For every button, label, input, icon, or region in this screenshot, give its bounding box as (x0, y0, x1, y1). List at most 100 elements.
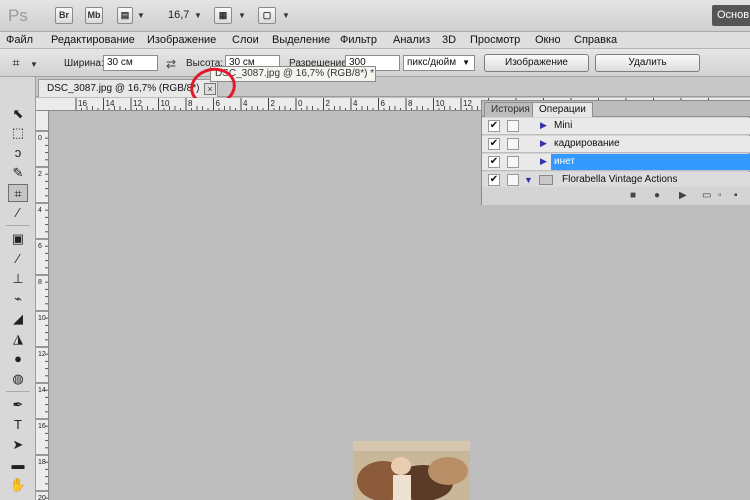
toggle-checkbox[interactable]: ✔ (488, 174, 500, 186)
action-name: кадрирование (554, 138, 620, 149)
menu-window[interactable]: Окно (535, 34, 561, 46)
mini-bridge-button[interactable]: Mb (85, 7, 103, 24)
menu-analysis[interactable]: Анализ (393, 34, 430, 46)
chevron-down-icon[interactable]: ▼ (30, 60, 38, 69)
gradient-tool-icon[interactable]: ◮ (8, 330, 28, 348)
menu-image[interactable]: Изображение (147, 34, 216, 46)
pen-tool-icon[interactable]: ✒ (8, 396, 28, 414)
lasso-tool-icon[interactable]: ↄ (8, 144, 28, 162)
document-image[interactable] (353, 441, 470, 500)
photo-thumbnail (353, 441, 470, 500)
clone-stamp-tool-icon[interactable]: ⊥ (8, 270, 28, 288)
ruler-label: 2 (326, 99, 331, 108)
action-name: инет (551, 154, 750, 170)
workspace-button[interactable]: Основ (712, 5, 750, 26)
quick-selection-tool-icon[interactable]: ✎ (8, 164, 28, 182)
record-icon[interactable]: ● (654, 190, 660, 201)
type-tool-icon[interactable]: T (8, 416, 28, 434)
ruler-label: 4 (353, 99, 358, 108)
dialog-toggle[interactable] (507, 156, 519, 168)
resolution-units-select[interactable]: пикс/дюйм ▼ (403, 55, 475, 71)
healing-brush-tool-icon[interactable]: ▣ (8, 230, 28, 248)
ruler-label: 20 (38, 495, 46, 500)
menu-view[interactable]: Просмотр (470, 34, 520, 46)
chevron-down-icon: ▼ (462, 58, 470, 67)
tool-divider (6, 225, 30, 226)
move-tool-icon[interactable]: ⬉ (8, 105, 28, 123)
expand-triangle-icon[interactable]: ▶ (540, 138, 547, 149)
ruler-label: 6 (381, 99, 386, 108)
ruler-label: 14 (38, 387, 46, 394)
eyedropper-tool-icon[interactable]: ⁄ (8, 204, 28, 222)
ruler-ticks: 0 2 4 6 8 10 12 14 16 18 20 (36, 130, 48, 500)
menu-3d[interactable]: 3D (442, 34, 456, 46)
new-set-icon[interactable]: ▭ (702, 190, 711, 201)
marquee-tool-icon[interactable]: ⬚ (8, 124, 28, 142)
chevron-down-icon[interactable]: ▼ (282, 11, 290, 20)
tools-panel: ⬉ ⬚ ↄ ✎ ⌗ ⁄ ▣ ∕ ⊥ ⌁ ◢ ◮ ● ◍ ✒ T ➤ ▬ ✋ (0, 77, 36, 500)
menu-filter[interactable]: Фильтр (340, 34, 377, 46)
ruler-label: 0 (38, 135, 42, 142)
arrange-documents-button[interactable]: ▦ (214, 7, 232, 24)
ruler-label: 4 (243, 99, 248, 108)
dialog-toggle[interactable] (507, 120, 519, 132)
ruler-label: 14 (106, 99, 115, 108)
path-selection-tool-icon[interactable]: ➤ (8, 436, 28, 454)
crop-tool-icon[interactable]: ⌗ (8, 184, 28, 202)
screen-mode-button[interactable]: ▢ (258, 7, 276, 24)
chevron-down-icon[interactable]: ▼ (194, 11, 202, 20)
tab-history[interactable]: История (484, 102, 537, 117)
expand-triangle-icon[interactable]: ▶ (540, 120, 547, 131)
front-image-button[interactable]: Изображение (484, 54, 589, 72)
ruler-label: 6 (38, 243, 42, 250)
action-row-selected[interactable]: ✔ ▶ инет (482, 154, 750, 171)
history-brush-tool-icon[interactable]: ⌁ (8, 290, 28, 308)
menu-select[interactable]: Выделение (272, 34, 330, 46)
menu-help[interactable]: Справка (574, 34, 617, 46)
toggle-checkbox[interactable]: ✔ (488, 138, 500, 150)
ruler-label: 12 (38, 351, 46, 358)
action-row[interactable]: ✔ ▶ кадрирование (482, 136, 750, 153)
collapse-triangle-icon[interactable]: ▼ (524, 175, 533, 185)
dialog-toggle[interactable] (507, 174, 519, 186)
ruler-label: 16 (78, 99, 87, 108)
menu-edit[interactable]: Редактирование (51, 34, 135, 46)
trash-icon[interactable]: ▪ (734, 190, 738, 201)
photoshop-logo: Ps (8, 6, 28, 25)
menu-file[interactable]: Файл (6, 34, 33, 46)
new-action-icon[interactable]: ▫ (718, 190, 722, 201)
ruler-label: 2 (38, 171, 42, 178)
shape-tool-icon[interactable]: ▬ (8, 456, 28, 474)
eraser-tool-icon[interactable]: ◢ (8, 310, 28, 328)
menu-layers[interactable]: Слои (232, 34, 259, 46)
clear-button[interactable]: Удалить (595, 54, 700, 72)
dialog-toggle[interactable] (507, 138, 519, 150)
toggle-checkbox[interactable]: ✔ (488, 120, 500, 132)
3d-rotate-tool-icon[interactable]: ✋ (8, 476, 28, 494)
dodge-tool-icon[interactable]: ◍ (8, 370, 28, 388)
ruler-label: 10 (161, 99, 170, 108)
width-field[interactable]: 30 см (103, 55, 158, 71)
crop-tool-preset-icon[interactable]: ⌗ (6, 54, 26, 72)
toggle-checkbox[interactable]: ✔ (488, 156, 500, 168)
ruler-label: 8 (188, 99, 193, 108)
width-label: Ширина: (64, 58, 104, 69)
document-tab-bar: DSC_3087.jpg @ 16,7% (RGB/8*) (36, 77, 750, 97)
play-icon[interactable]: ▶ (679, 190, 687, 201)
tool-divider (6, 391, 30, 392)
ruler-label: 4 (38, 207, 42, 214)
tab-actions[interactable]: Операции (532, 102, 593, 117)
vertical-ruler[interactable]: 0 2 4 6 8 10 12 14 16 18 20 (36, 111, 49, 500)
swap-icon[interactable]: ⇄ (166, 57, 176, 71)
action-row[interactable]: ✔ ▶ Mini (482, 118, 750, 135)
expand-triangle-icon[interactable]: ▶ (540, 156, 547, 167)
zoom-level[interactable]: 16,7 (168, 9, 189, 21)
bridge-button[interactable]: Br (55, 7, 73, 24)
ruler-label: 10 (38, 315, 46, 322)
chevron-down-icon[interactable]: ▼ (137, 11, 145, 20)
chevron-down-icon[interactable]: ▼ (238, 11, 246, 20)
stop-icon[interactable]: ■ (630, 190, 636, 201)
brush-tool-icon[interactable]: ∕ (8, 250, 28, 268)
extras-button[interactable]: ▤ (117, 7, 133, 24)
blur-tool-icon[interactable]: ● (8, 350, 28, 368)
